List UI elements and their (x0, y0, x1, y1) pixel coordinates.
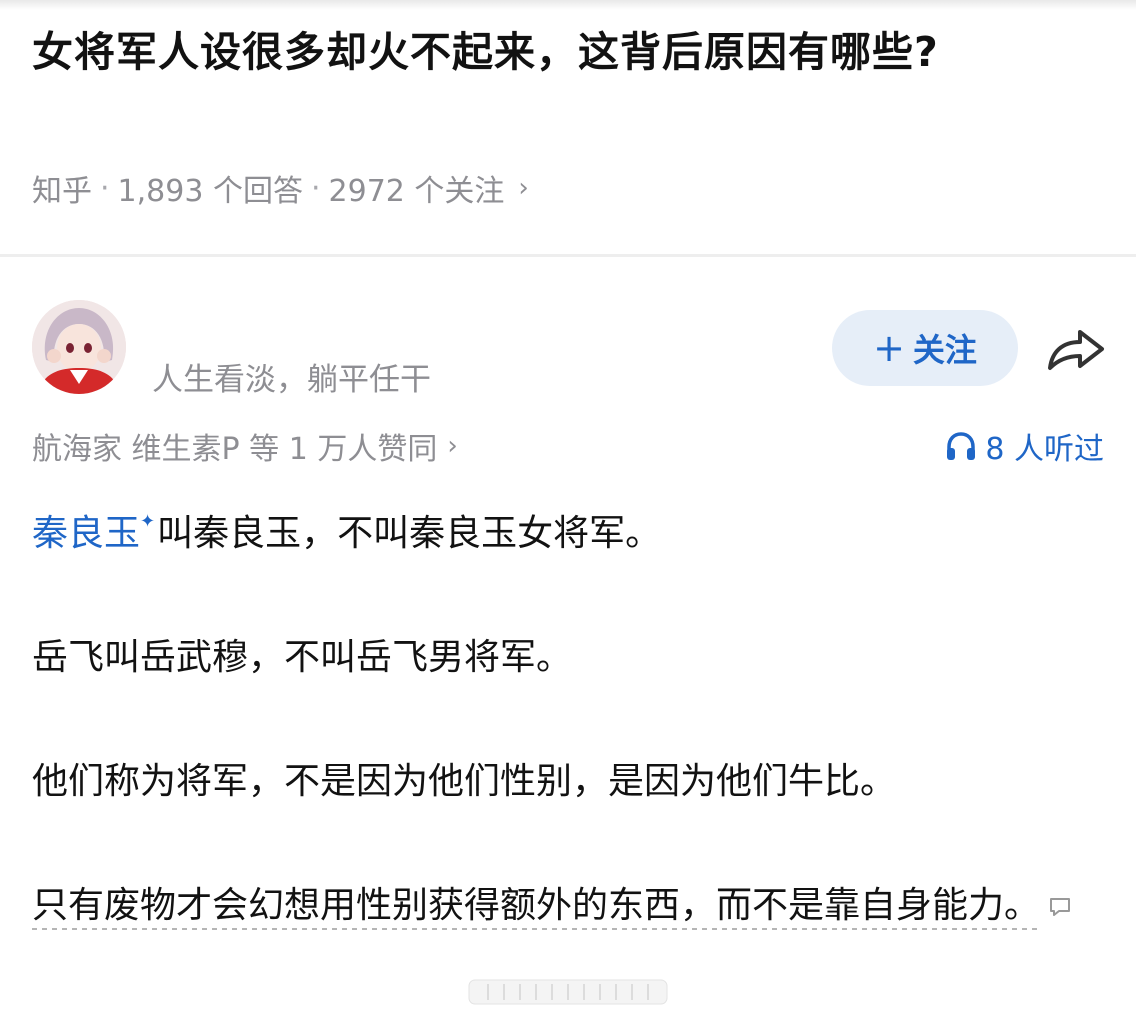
scroll-indicator[interactable] (468, 978, 668, 1006)
chevron-right-icon: › (447, 431, 458, 461)
source-label: 知乎 (32, 174, 92, 209)
entity-link-icon: ✦ (140, 511, 156, 532)
question-meta[interactable]: 知乎 · 1,893 个回答 · 2972 个关注 › (32, 166, 529, 210)
entity-link[interactable]: 秦良玉 (32, 513, 140, 554)
plus-icon: + (873, 326, 905, 370)
endorsement-row[interactable]: 航海家 维生素P 等 1 万人赞同 › (32, 424, 458, 468)
author-avatar[interactable] (32, 300, 126, 394)
headphones-icon (947, 432, 976, 460)
endorsement-text: 航海家 维生素P 等 1 万人赞同 (32, 432, 438, 467)
listen-text: 8 人听过 (985, 432, 1104, 467)
answer-count: 1,893 个回答 (117, 174, 303, 209)
meta-separator: · (310, 170, 321, 206)
listen-count[interactable]: 8 人听过 (945, 424, 1104, 468)
meta-separator: · (100, 170, 110, 206)
chevron-right-icon: › (518, 173, 529, 203)
author-signature: 人生看淡，躺平任干 (152, 362, 431, 398)
answer-body: 秦良玉✦叫秦良玉，不叫秦良玉女将军。 岳飞叫岳武穆，不叫岳飞男将军。 他们称为将… (32, 492, 1112, 1000)
section-divider (0, 254, 1136, 257)
question-title[interactable]: 女将军人设很多却火不起来，这背后原因有哪些? (32, 18, 1102, 86)
anime-girl-avatar-icon (32, 300, 126, 394)
answer-paragraph: 岳飞叫岳武穆，不叫岳飞男将军。 (32, 637, 573, 678)
answer-paragraph: 他们称为将军，不是因为他们性别，是因为他们牛比。 (32, 761, 897, 802)
highlighted-text[interactable]: 只有废物才会幻想用性别获得额外的东西，而不是靠自身能力。 (32, 885, 1041, 930)
follow-label: 关注 (912, 331, 977, 369)
answer-text: 叫秦良玉，不叫秦良玉女将军。 (157, 513, 662, 554)
answer-paragraph: 秦良玉✦叫秦良玉，不叫秦良玉女将军。 (32, 492, 1112, 564)
comment-bubble-icon[interactable] (1048, 896, 1072, 918)
follow-button[interactable]: + 关注 (832, 310, 1018, 386)
follower-count: 2972 个关注 (328, 174, 505, 209)
share-arrow-icon[interactable] (1044, 322, 1108, 376)
answer-paragraph-highlighted[interactable]: 只有废物才会幻想用性别获得额外的东西，而不是靠自身能力。 (32, 876, 1112, 936)
top-shadow (0, 0, 1136, 10)
